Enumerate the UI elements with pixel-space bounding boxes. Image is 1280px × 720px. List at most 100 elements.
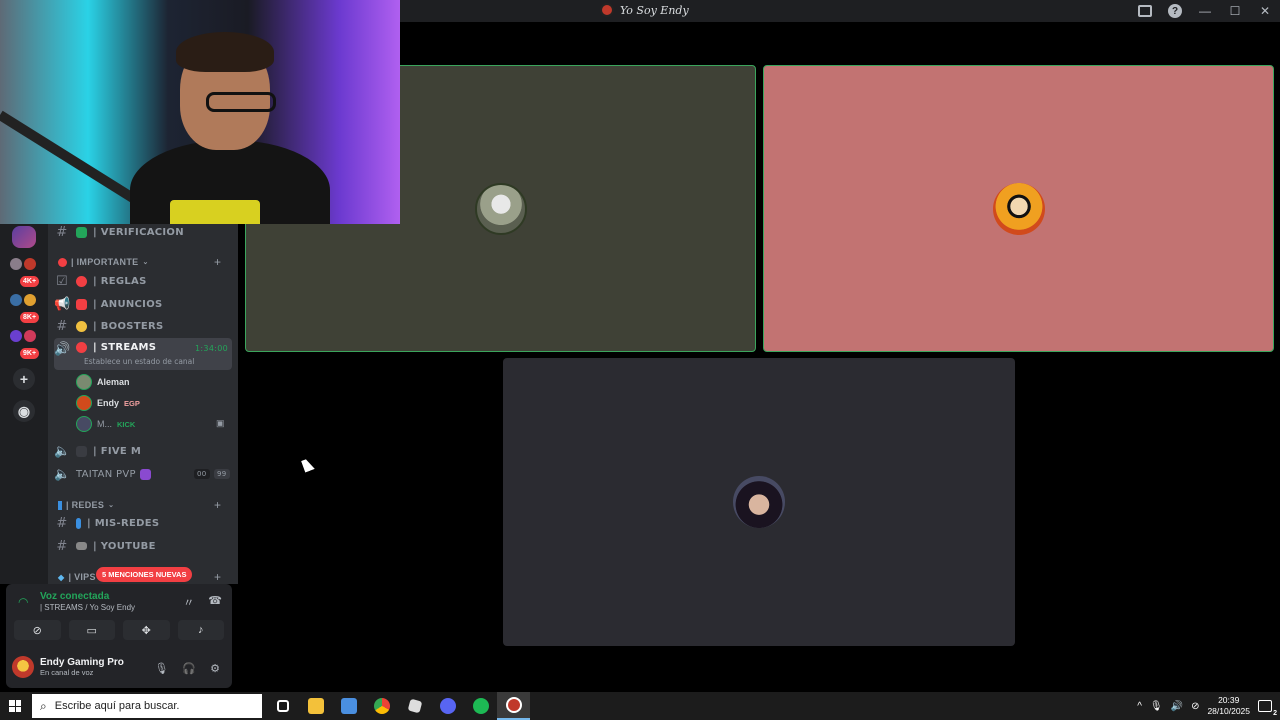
voice-tile[interactable] — [503, 358, 1015, 646]
system-tray: ^ 🎙 🔊 ⊘ 20:39 28/10/2025 2 — [1137, 692, 1280, 720]
discord-icon[interactable] — [431, 692, 464, 720]
minimize-button[interactable]: — — [1190, 0, 1220, 22]
channel-list: # | VERIFICACION | IMPORTANTE ⌄ + ☑ | RE… — [48, 224, 238, 584]
taskbar-apps — [266, 692, 530, 720]
search-icon: ⌕ — [40, 698, 47, 713]
diamond-icon: ◆ — [58, 572, 65, 582]
disconnect-icon[interactable]: ☎ — [208, 594, 222, 610]
activities-button[interactable]: ✥ — [123, 620, 170, 640]
voice-user[interactable]: M... KICK — [76, 414, 135, 434]
no-entry-icon — [76, 342, 87, 353]
camera-off-button[interactable]: ⊘ — [14, 620, 61, 640]
clock[interactable]: 20:39 28/10/2025 — [1207, 695, 1250, 717]
discover-icon[interactable]: ◉ — [13, 400, 35, 422]
voice-connection-panel: ◠ Voz conectada | STREAMS / Yo Soy Endy … — [6, 584, 232, 688]
volume-icon[interactable]: 🔊 — [1171, 701, 1183, 712]
channel-reglas[interactable]: ☑ | REGLAS — [54, 271, 232, 291]
chevron-down-icon: ⌄ — [108, 502, 115, 509]
channel-five-m[interactable]: 🔈 | FIVE M — [54, 441, 232, 461]
spotify-icon[interactable] — [464, 692, 497, 720]
store-icon[interactable] — [332, 692, 365, 720]
windows-start-icon[interactable] — [9, 700, 21, 712]
avatar — [76, 416, 92, 432]
server-icon[interactable] — [12, 226, 36, 248]
category-label: | VIPS — [68, 572, 96, 582]
channel-verificacion[interactable]: # | VERIFICACION — [54, 224, 232, 242]
channel-mis-redes[interactable]: # | MIS-REDES — [54, 513, 232, 533]
mention-badge: 8K+ — [20, 312, 40, 323]
user-panel[interactable]: Endy Gaming Pro En canal de voz — [12, 656, 124, 678]
server-icon[interactable] — [24, 294, 36, 306]
roblox-icon[interactable] — [398, 692, 431, 720]
channel-label: | ANUNCIOS — [93, 298, 163, 310]
channel-status-hint[interactable]: Establece un estado de canal — [84, 357, 194, 366]
file-explorer-icon[interactable] — [299, 692, 332, 720]
server-icon[interactable] — [10, 330, 22, 342]
hash-icon: # — [56, 515, 68, 531]
server-icon[interactable] — [24, 258, 36, 270]
soundboard-button[interactable]: ♪ — [177, 620, 224, 640]
voice-controls: ⊘ ▭ ✥ ♪ — [14, 620, 224, 640]
clock-time: 20:39 — [1218, 695, 1240, 705]
user-controls: 🎙 🎧 ⚙ — [154, 662, 220, 675]
headphones-icon[interactable]: 🎧 — [182, 662, 196, 675]
megaphone-icon: 📢 — [54, 296, 71, 312]
chrome-icon[interactable] — [365, 692, 398, 720]
network-icon[interactable]: ⊘ — [1191, 701, 1199, 712]
avatar — [733, 476, 785, 528]
avatar — [76, 374, 92, 390]
noise-suppression-icon[interactable]: 〃 — [183, 594, 194, 610]
channel-taitan-pvp[interactable]: 🔈 TAITAN PVP 00 99 — [54, 464, 232, 484]
category-redes[interactable]: | REDES ⌄ + — [58, 498, 221, 512]
channel-boosters[interactable]: # | BOOSTERS — [54, 316, 232, 336]
inbox-icon[interactable] — [1130, 0, 1160, 22]
voice-user[interactable]: Endy EGP — [76, 393, 140, 413]
server-icon — [600, 3, 614, 17]
channel-label: | BOOSTERS — [93, 320, 164, 332]
close-button[interactable]: ✕ — [1250, 0, 1280, 22]
signal-icon[interactable]: ◠ — [18, 595, 28, 609]
search-placeholder: Escribe aquí para buscar. — [54, 700, 180, 712]
voice-tile[interactable] — [763, 65, 1274, 352]
channel-label: | REGLAS — [93, 275, 147, 287]
obs-icon[interactable] — [497, 692, 530, 720]
hash-icon: # — [56, 318, 68, 334]
new-mentions-pill[interactable]: 5 MENCIONES NUEVAS — [96, 567, 193, 582]
user-limit: 99 — [214, 469, 230, 479]
help-icon[interactable]: ? — [1160, 0, 1190, 22]
no-entry-icon — [58, 257, 67, 267]
screen-share-button[interactable]: ▭ — [68, 620, 115, 640]
channel-label: TAITAN PVP — [76, 468, 136, 480]
gear-icon[interactable]: ⚙ — [210, 662, 220, 675]
channel-streams[interactable]: 🔊 | STREAMS Establece un estado de canal… — [54, 338, 232, 370]
voice-user-name: M... — [97, 419, 112, 429]
server-icon[interactable] — [10, 294, 22, 306]
window-title: Yo Soy Endy — [600, 3, 689, 17]
server-icon[interactable] — [24, 330, 36, 342]
channel-anuncios[interactable]: 📢 | ANUNCIOS — [54, 294, 232, 314]
channel-label: | YOUTUBE — [93, 540, 156, 552]
taskbar-search[interactable]: ⌕ Escribe aquí para buscar. — [32, 694, 262, 718]
mention-badge: 4K+ — [20, 276, 40, 287]
microphone-icon[interactable]: 🎙 — [154, 662, 168, 675]
channel-label: | FIVE M — [93, 445, 142, 457]
voice-status[interactable]: Voz conectada — [40, 591, 109, 602]
voice-location[interactable]: | STREAMS / Yo Soy Endy — [40, 603, 135, 612]
category-importante[interactable]: | IMPORTANTE ⌄ + — [58, 255, 221, 269]
megaphone-emoji-icon — [76, 298, 87, 310]
server-icon[interactable] — [10, 258, 22, 270]
voice-user[interactable]: Aleman — [76, 372, 130, 392]
controller-icon — [76, 445, 87, 457]
microphone-icon[interactable]: 🎙 — [1150, 701, 1163, 712]
add-server-icon[interactable]: + — [13, 368, 35, 390]
chevron-up-icon[interactable]: ^ — [1137, 701, 1142, 712]
maximize-button[interactable]: ☐ — [1220, 0, 1250, 22]
channel-youtube[interactable]: # | YOUTUBE — [54, 536, 232, 556]
task-view-icon[interactable] — [266, 692, 299, 720]
notifications-icon[interactable]: 2 — [1258, 700, 1277, 717]
add-channel-icon[interactable]: + — [214, 570, 221, 584]
bar-icon — [58, 500, 62, 510]
add-channel-icon[interactable]: + — [214, 255, 221, 269]
category-vips[interactable]: ◆ | VIPS + — [58, 570, 221, 584]
add-channel-icon[interactable]: + — [214, 498, 221, 512]
